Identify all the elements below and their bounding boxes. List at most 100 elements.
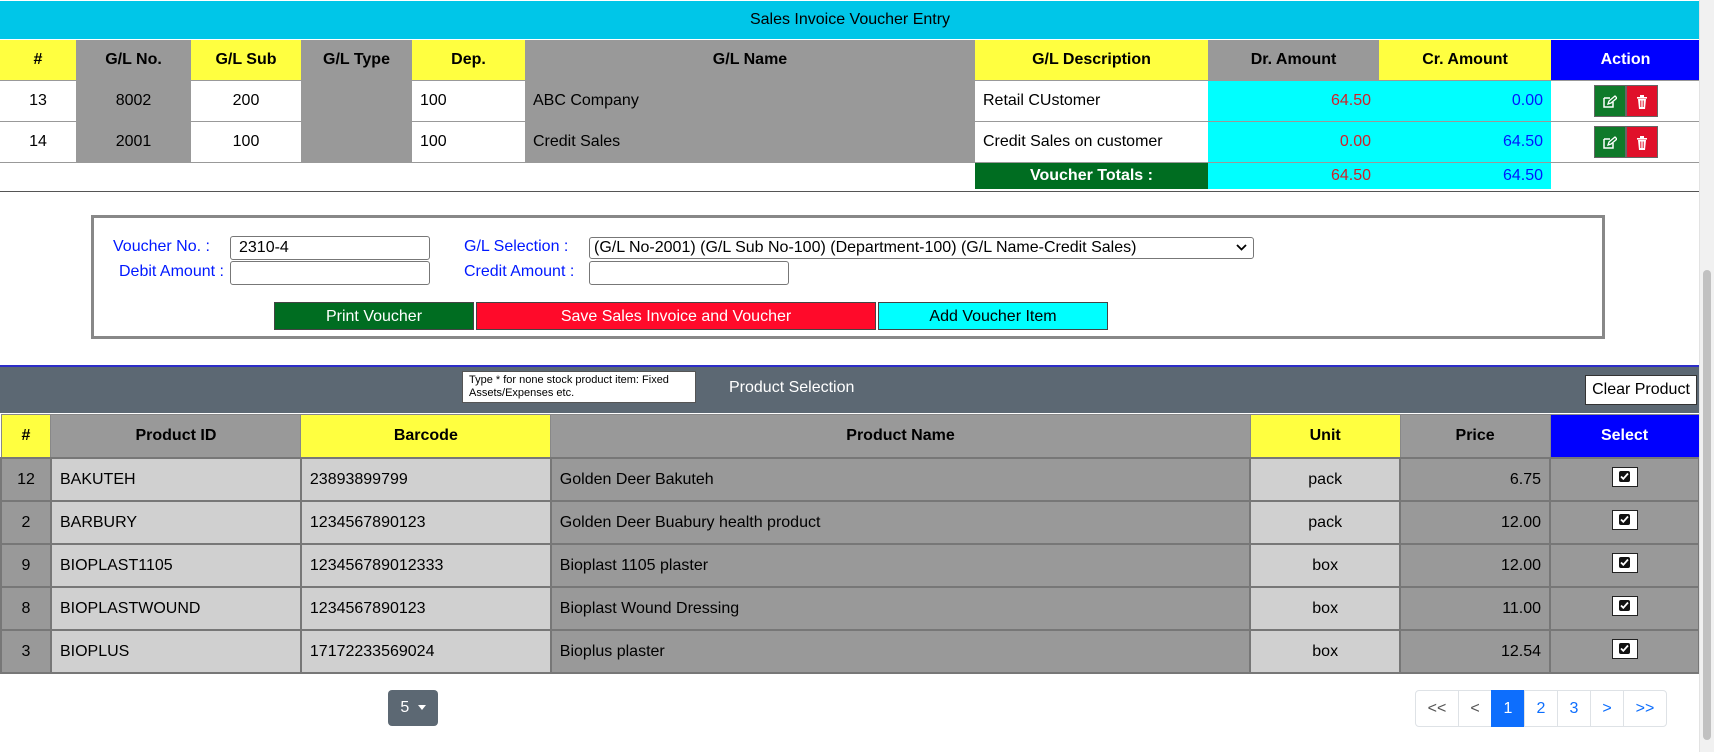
product-row-name: Bioplast 1105 plaster — [549, 543, 1252, 588]
product-row-num: 2 — [0, 500, 52, 545]
product-row-num: 12 — [0, 457, 52, 502]
product-row-num: 9 — [0, 543, 52, 588]
delete-button[interactable] — [1625, 126, 1658, 158]
product-row[interactable]: 2 BARBURY 1234567890123 Golden Deer Buab… — [0, 500, 1700, 545]
totals-dr-amount: 64.50 — [1208, 162, 1379, 189]
product-row-name: Golden Deer Buabury health product — [549, 500, 1252, 545]
product-row-unit: pack — [1249, 457, 1402, 502]
page-size-value: 5 — [400, 699, 410, 716]
next-page-button[interactable]: > — [1590, 690, 1624, 727]
page-2-button[interactable]: 2 — [1524, 690, 1558, 727]
product-row-name: Bioplus plaster — [549, 629, 1252, 674]
product-row-name: Bioplast Wound Dressing — [549, 586, 1252, 631]
first-page-button[interactable]: << — [1415, 690, 1459, 727]
delete-button[interactable] — [1625, 85, 1658, 117]
product-row-id: BIOPLAST1105 — [49, 543, 302, 588]
edit-icon — [1602, 136, 1617, 149]
totals-label: Voucher Totals : — [975, 162, 1208, 189]
product-row-barcode: 1234567890123 — [299, 586, 552, 631]
gl-row-cr-amount: 64.50 — [1379, 121, 1551, 163]
product-search-hint: Type * for none stock product item: Fixe… — [462, 371, 696, 403]
gl-row-gl-type — [301, 80, 412, 122]
product-table-header: # Product ID Barcode Product Name Unit P… — [0, 414, 1700, 459]
voucher-title-bar: Sales Invoice Voucher Entry — [0, 1, 1700, 39]
edit-button[interactable] — [1593, 85, 1626, 117]
col-header-gl-type: G/L Type — [301, 40, 412, 81]
gl-row-gl-name: ABC Company — [525, 80, 975, 122]
check-square-icon — [1619, 472, 1629, 481]
select-product-button[interactable] — [1611, 553, 1638, 573]
last-page-button[interactable]: >> — [1623, 690, 1667, 727]
gl-table-bottom-border — [0, 191, 1700, 192]
product-row-barcode: 1234567890123 — [299, 500, 552, 545]
product-row-price: 6.75 — [1399, 457, 1552, 502]
col-header-dr-amount: Dr. Amount — [1208, 40, 1379, 81]
select-product-button[interactable] — [1611, 510, 1638, 530]
scrollbar-thumb[interactable] — [1703, 270, 1711, 740]
col-header-select: Select — [1549, 414, 1700, 459]
voucher-no-input[interactable] — [230, 236, 430, 260]
gl-row-description: Credit Sales on customer — [975, 121, 1208, 163]
product-row-unit: pack — [1249, 500, 1402, 545]
product-row-select-cell — [1549, 543, 1700, 588]
product-row-num: 3 — [0, 629, 52, 674]
totals-cr-amount: 64.50 — [1379, 162, 1551, 189]
select-product-button[interactable] — [1611, 639, 1638, 659]
check-square-icon — [1619, 644, 1629, 653]
gl-row-dep: 100 — [412, 80, 525, 122]
check-square-icon — [1619, 601, 1629, 610]
product-row-id: BIOPLUS — [49, 629, 302, 674]
add-voucher-item-button[interactable]: Add Voucher Item — [878, 302, 1108, 330]
page-scrollbar[interactable] — [1699, 0, 1714, 752]
product-row-unit: box — [1249, 543, 1402, 588]
col-header-cr-amount: Cr. Amount — [1379, 40, 1551, 81]
gl-row-dr-amount: 64.50 — [1208, 80, 1379, 122]
gl-totals-row: Voucher Totals : 64.50 64.50 — [0, 162, 1700, 189]
clear-product-button[interactable]: Clear Product — [1585, 375, 1697, 405]
gl-row-dep: 100 — [412, 121, 525, 163]
gl-table-row: 14 2001 100 100 Credit Sales Credit Sale… — [0, 121, 1700, 163]
col-header-gl-no: G/L No. — [76, 40, 191, 81]
gl-row-cr-amount: 0.00 — [1379, 80, 1551, 122]
gl-row-num: 14 — [0, 121, 76, 163]
select-product-button[interactable] — [1611, 467, 1638, 487]
product-row-id: BAKUTEH — [49, 457, 302, 502]
product-selection-title: Product Selection — [729, 379, 855, 396]
product-row-select-cell — [1549, 500, 1700, 545]
debit-amount-input[interactable] — [230, 261, 430, 285]
debit-amount-label: Debit Amount : — [119, 263, 224, 280]
credit-amount-input[interactable] — [589, 261, 789, 285]
gl-row-description: Retail CUstomer — [975, 80, 1208, 122]
save-sales-invoice-button[interactable]: Save Sales Invoice and Voucher — [476, 302, 876, 330]
gl-selection-dropdown[interactable]: (G/L No-2001) (G/L Sub No-100) (Departme… — [589, 237, 1254, 259]
gl-selection-value: (G/L No-2001) (G/L Sub No-100) (Departme… — [594, 239, 1137, 256]
product-table: # Product ID Barcode Product Name Unit P… — [0, 414, 1700, 674]
product-row-unit: box — [1249, 629, 1402, 674]
product-row-price: 12.00 — [1399, 500, 1552, 545]
gl-row-gl-type — [301, 121, 412, 163]
product-row[interactable]: 9 BIOPLAST1105 123456789012333 Bioplast … — [0, 543, 1700, 588]
product-row-select-cell — [1549, 586, 1700, 631]
totals-action-spacer — [1551, 162, 1700, 189]
product-row[interactable]: 12 BAKUTEH 23893899799 Golden Deer Bakut… — [0, 457, 1700, 502]
page-size-dropdown[interactable]: 5 — [388, 690, 438, 726]
gl-row-gl-sub: 200 — [191, 80, 301, 122]
gl-row-dr-amount: 0.00 — [1208, 121, 1379, 163]
voucher-no-label: Voucher No. : — [113, 238, 210, 255]
gl-table-header: # G/L No. G/L Sub G/L Type Dep. G/L Name… — [0, 40, 1700, 81]
chevron-down-icon — [1236, 244, 1247, 251]
product-row[interactable]: 3 BIOPLUS 17172233569024 Bioplus plaster… — [0, 629, 1700, 674]
col-header-price: Price — [1399, 414, 1551, 459]
prev-page-button[interactable]: < — [1458, 690, 1492, 727]
caret-down-icon — [417, 705, 426, 711]
edit-button[interactable] — [1593, 126, 1626, 158]
product-row-price: 11.00 — [1399, 586, 1552, 631]
select-product-button[interactable] — [1611, 596, 1638, 616]
page-3-button[interactable]: 3 — [1557, 690, 1591, 727]
print-voucher-button[interactable]: Print Voucher — [274, 302, 474, 330]
trash-icon — [1636, 136, 1647, 150]
col-header-num: # — [0, 40, 76, 81]
page-1-button[interactable]: 1 — [1491, 690, 1525, 727]
product-row[interactable]: 8 BIOPLASTWOUND 1234567890123 Bioplast W… — [0, 586, 1700, 631]
col-header-unit: Unit — [1249, 414, 1401, 459]
